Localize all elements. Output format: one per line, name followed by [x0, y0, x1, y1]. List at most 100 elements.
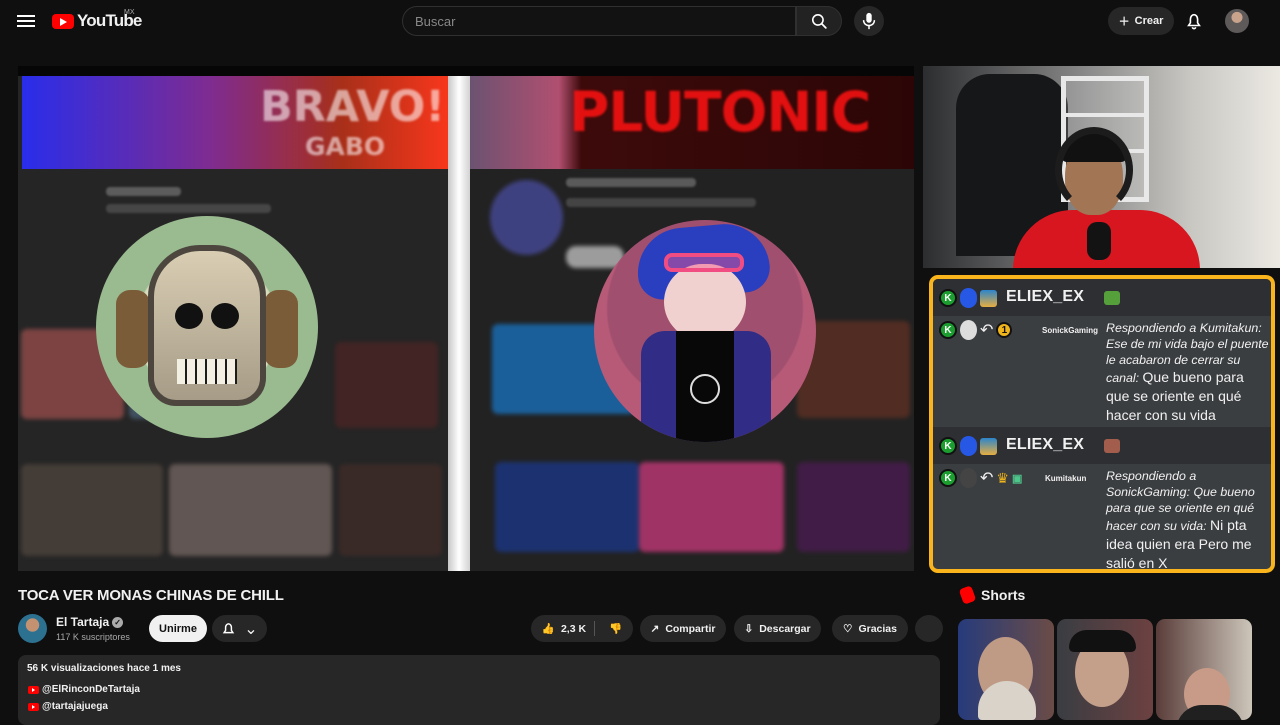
number-badge: 1 — [996, 322, 1013, 338]
gift-icon: ▣ — [1011, 472, 1023, 485]
skull-eye — [175, 303, 203, 329]
create-label: Crear — [1134, 15, 1164, 27]
message-badges: K ↶ ♛ ▣ — [939, 468, 1022, 488]
video-player[interactable]: BRAVO! GABO PLUTONIC — [18, 66, 914, 571]
blurred-thumbnail — [797, 462, 910, 552]
menu-icon[interactable] — [14, 10, 38, 32]
plutonic-banner-text: PLUTONIC — [569, 80, 871, 144]
download-button[interactable]: ⇩ Descargar — [734, 615, 821, 642]
reply-icon: ↶ — [980, 322, 994, 339]
join-button[interactable]: Unirme — [149, 615, 207, 642]
profile-badge-icon — [960, 468, 977, 488]
skull-face-mask — [148, 245, 266, 406]
microphone-icon — [862, 12, 876, 30]
short-thumbnail[interactable] — [958, 619, 1054, 720]
description-link[interactable]: @tartajajuega — [28, 701, 108, 712]
channel-name[interactable]: El Tartaja ✓ — [56, 615, 124, 629]
face-emote-icon — [1104, 439, 1120, 453]
heart-dollar-icon: ♡ — [843, 622, 853, 635]
anime-character-avatar — [594, 220, 816, 442]
left-channel-screenshot: BRAVO! GABO — [18, 76, 448, 571]
like-dislike-group: 👍 2,3 K 👎 — [531, 615, 633, 642]
skull-teeth — [177, 359, 237, 384]
chat-reply-text: Respondiendo a Kumitakun: Ese de mi vida… — [1106, 320, 1270, 425]
download-icon: ⇩ — [744, 622, 754, 635]
video-title: TOCA VER MONAS CHINAS DE CHILL — [18, 587, 284, 604]
blurred-channel-avatar — [490, 180, 563, 255]
reply-icon: ↶ — [980, 470, 994, 487]
plus-icon: ＋ — [1118, 16, 1130, 28]
youtube-play-icon — [52, 13, 74, 29]
description-link-text: @tartajajuega — [42, 701, 108, 712]
search-button[interactable] — [796, 6, 842, 36]
shorts-heading: Shorts — [958, 585, 1025, 605]
blurred-channel-meta — [106, 204, 271, 213]
like-count[interactable]: 2,3 K — [561, 623, 586, 635]
more-actions-button[interactable] — [915, 615, 943, 642]
k-badge-icon: K — [939, 437, 957, 455]
voice-search-button[interactable] — [854, 6, 884, 36]
search-bar — [402, 6, 842, 36]
create-button[interactable]: ＋ Crear — [1108, 7, 1174, 35]
channel-avatar[interactable] — [18, 614, 47, 643]
chat-user-row: K ELIEX_EX — [933, 279, 1271, 316]
user-avatar[interactable] — [1225, 9, 1249, 33]
reply-username: SonickGaming — [1042, 326, 1099, 335]
notification-toggle-button[interactable]: ⌄ — [212, 615, 267, 642]
blue-badge-icon — [960, 436, 977, 456]
bravo-banner-text: BRAVO! — [260, 82, 445, 132]
share-button[interactable]: ↗ Compartir — [640, 615, 726, 642]
blurred-thumbnail — [169, 464, 332, 556]
user-badge-icon — [980, 289, 997, 307]
description-stats: 56 K visualizaciones hace 1 mes — [27, 663, 181, 674]
profile-badge-icon — [960, 320, 977, 340]
right-channel-screenshot: PLUTONIC — [470, 76, 914, 571]
skull-eye — [211, 303, 239, 329]
shorts-icon — [958, 585, 977, 605]
description-link-text: @ElRinconDeTartaja — [42, 684, 140, 695]
notifications-button[interactable] — [1182, 9, 1206, 33]
like-divider — [594, 621, 595, 636]
streamer-headset — [1055, 127, 1133, 213]
chat-username: ELIEX_EX — [1006, 288, 1085, 305]
country-code: MX — [124, 9, 135, 16]
chevron-down-icon: ⌄ — [244, 620, 258, 638]
top-navigation: YouTube MX ＋ Crear — [0, 0, 1280, 42]
blurred-channel-name — [566, 178, 696, 187]
right-banner: PLUTONIC — [470, 76, 914, 169]
headset-right — [264, 290, 298, 368]
blurred-thumbnail — [339, 464, 442, 556]
share-label: Compartir — [665, 622, 716, 635]
short-thumbnail[interactable] — [1057, 619, 1153, 720]
menu-line — [17, 15, 35, 17]
like-icon[interactable]: 👍 — [542, 622, 555, 635]
dislike-icon[interactable]: 👎 — [609, 622, 622, 635]
blurred-thumbnail — [21, 464, 163, 556]
reply-username: Kumitakun — [1045, 474, 1087, 483]
stream-chat-overlay: K ELIEX_EX K ↶ 1 SonickGaming Respondien… — [929, 275, 1275, 573]
frog-emote-icon — [1104, 291, 1120, 305]
description-link[interactable]: @ElRinconDeTartaja — [28, 684, 140, 695]
ghost-character-avatar — [96, 216, 318, 438]
channel-name-text: El Tartaja — [56, 615, 110, 629]
video-divider — [448, 76, 470, 571]
thanks-button[interactable]: ♡ Gracias — [832, 615, 908, 642]
blurred-thumbnail — [495, 462, 640, 552]
video-description[interactable]: 56 K visualizaciones hace 1 mes @ElRinco… — [18, 655, 940, 725]
menu-line — [17, 20, 35, 22]
k-badge-icon: K — [939, 469, 957, 487]
thanks-label: Gracias — [858, 622, 897, 635]
user-badge-icon — [980, 437, 997, 455]
search-input[interactable] — [402, 6, 796, 36]
k-badge-icon: K — [939, 289, 957, 307]
chat-username: ELIEX_EX — [1006, 436, 1085, 453]
chat-message: K ↶ 1 SonickGaming Respondiendo a Kumita… — [933, 316, 1271, 427]
message-badges: K ↶ 1 — [939, 320, 1013, 340]
short-thumbnail[interactable] — [1156, 619, 1252, 720]
subscriber-count: 117 K suscriptores — [56, 632, 130, 642]
chat-message: K ↶ ♛ ▣ Kumitakun Respondiendo a SonickG… — [933, 464, 1271, 569]
pentagram-symbol — [690, 374, 720, 404]
k-badge-icon: K — [939, 321, 957, 339]
search-icon — [811, 13, 827, 29]
character-face — [664, 264, 746, 340]
